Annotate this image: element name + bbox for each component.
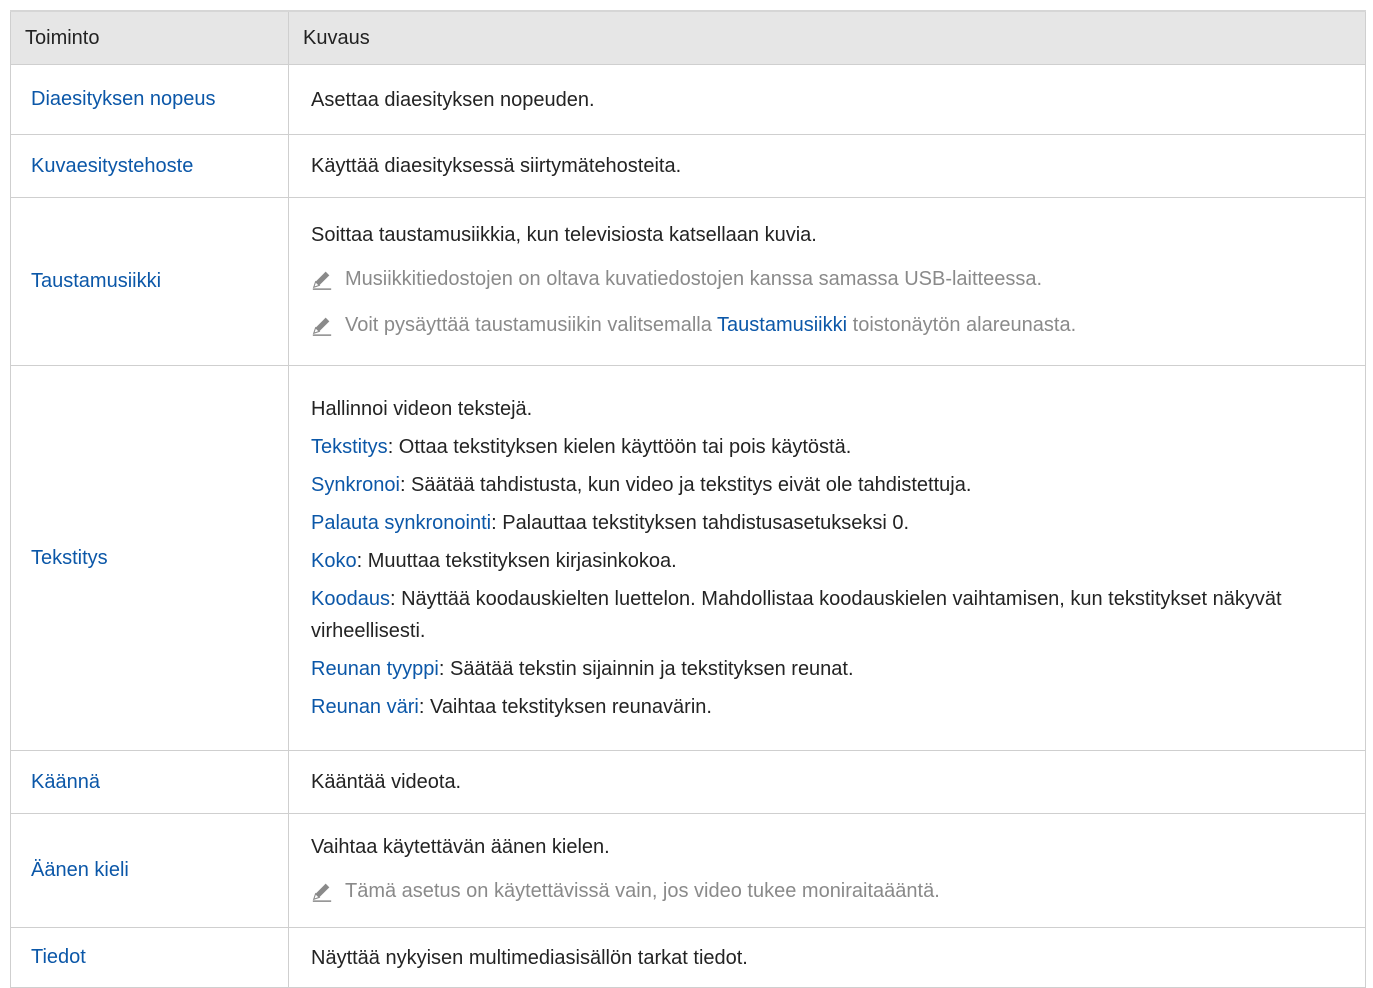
feature-table: Toiminto Kuvaus Diaesityksen nopeus Aset… [10, 10, 1366, 988]
description-text: Asettaa diaesityksen nopeuden. [311, 88, 595, 111]
note: Voit pysäyttää taustamusiikin valitsemal… [311, 302, 1349, 348]
description-text: Kääntää videota. [311, 771, 462, 793]
row-name: Tiedot [10, 927, 289, 988]
description-text: Näyttää nykyisen multimediasisällön tark… [311, 946, 748, 969]
item-text: : Ottaa tekstityksen kielen käyttöön tai… [387, 436, 852, 458]
row-name: Käännä [10, 750, 289, 814]
note-text-suffix: toistonäytön alareunasta. [847, 313, 1077, 336]
list-item: Koko: Muuttaa tekstityksen kirjasinkokoa… [311, 542, 1349, 580]
row-description: Soittaa taustamusiikkia, kun televisiost… [288, 197, 1366, 366]
pencil-icon [312, 317, 332, 336]
item-keyword: Koodaus [311, 588, 390, 610]
list-item: Reunan tyyppi: Säätää tekstin sijainnin … [311, 650, 1349, 688]
column-header-function: Toiminto [10, 10, 289, 65]
item-keyword: Koko [311, 550, 357, 572]
table-header-row: Toiminto Kuvaus [10, 10, 1366, 65]
list-item: Palauta synkronointi: Palauttaa tekstity… [311, 504, 1349, 542]
description-text: Vaihtaa käytettävän äänen kielen. [311, 835, 610, 858]
item-keyword: Reunan tyyppi [311, 658, 439, 680]
pencil-icon [312, 271, 332, 290]
row-description: Kääntää videota. [288, 750, 1366, 814]
row-description: Hallinnoi videon tekstejä. Tekstitys: Ot… [288, 365, 1366, 751]
item-keyword: Palauta synkronointi [311, 512, 492, 534]
table-row: Tekstitys Hallinnoi videon tekstejä. Tek… [10, 365, 1366, 751]
note: Musiikkitiedostojen on oltava kuvatiedos… [311, 256, 1349, 302]
item-text: : Palauttaa tekstityksen tahdistusasetuk… [491, 512, 910, 534]
item-keyword: Reunan väri [311, 696, 419, 718]
table-row: Taustamusiikki Soittaa taustamusiikkia, … [10, 197, 1366, 366]
item-keyword: Synkronoi [311, 474, 400, 496]
row-description: Vaihtaa käytettävän äänen kielen. Tämä a… [288, 813, 1366, 928]
list-item: Synkronoi: Säätää tahdistusta, kun video… [311, 466, 1349, 504]
row-description: Käyttää diaesityksessä siirtymätehosteit… [288, 134, 1366, 198]
row-description: Näyttää nykyisen multimediasisällön tark… [288, 927, 1366, 988]
note-text-prefix: Voit pysäyttää taustamusiikin valitsemal… [345, 313, 718, 336]
list-item: Koodaus: Näyttää koodauskielten luettelo… [311, 580, 1349, 650]
item-text: : Säätää tahdistusta, kun video ja tekst… [399, 474, 972, 496]
row-name: Äänen kieli [10, 813, 289, 928]
pencil-icon [312, 883, 332, 902]
item-text: : Muuttaa tekstityksen kirjasinkokoa. [356, 550, 677, 572]
item-text: : Vaihtaa tekstityksen reunavärin. [418, 696, 712, 718]
list-item: Tekstitys: Ottaa tekstityksen kielen käy… [311, 428, 1349, 466]
description-text: Soittaa taustamusiikkia, kun televisiost… [311, 223, 817, 246]
item-text: : Säätää tekstin sijainnin ja tekstityks… [438, 658, 854, 680]
note: Tämä asetus on käytettävissä vain, jos v… [311, 868, 1349, 914]
note-text: Musiikkitiedostojen on oltava kuvatiedos… [345, 267, 1043, 290]
row-name: Kuvaesitystehoste [10, 134, 289, 198]
table-row: Diaesityksen nopeus Asettaa diaesityksen… [10, 64, 1366, 135]
note-keyword: Taustamusiikki [717, 313, 848, 336]
table-row: Käännä Kääntää videota. [10, 750, 1366, 814]
list-item: Reunan väri: Vaihtaa tekstityksen reunav… [311, 688, 1349, 726]
note-text: Tämä asetus on käytettävissä vain, jos v… [345, 879, 940, 902]
table-row: Kuvaesitystehoste Käyttää diaesityksessä… [10, 134, 1366, 198]
row-name: Tekstitys [10, 365, 289, 751]
row-description: Asettaa diaesityksen nopeuden. [288, 64, 1366, 135]
note-text: Voit pysäyttää taustamusiikin valitsemal… [345, 302, 1076, 348]
column-header-description: Kuvaus [288, 10, 1366, 65]
row-name: Taustamusiikki [10, 197, 289, 366]
item-text: : Näyttää koodauskielten luettelon. Mahd… [311, 588, 1282, 642]
description-text: Käyttää diaesityksessä siirtymätehosteit… [311, 155, 682, 177]
row-name: Diaesityksen nopeus [10, 64, 289, 135]
table-row: Tiedot Näyttää nykyisen multimediasisäll… [10, 927, 1366, 988]
item-keyword: Tekstitys [311, 436, 388, 458]
table-row: Äänen kieli Vaihtaa käytettävän äänen ki… [10, 813, 1366, 928]
description-text: Hallinnoi videon tekstejä. [311, 398, 533, 420]
